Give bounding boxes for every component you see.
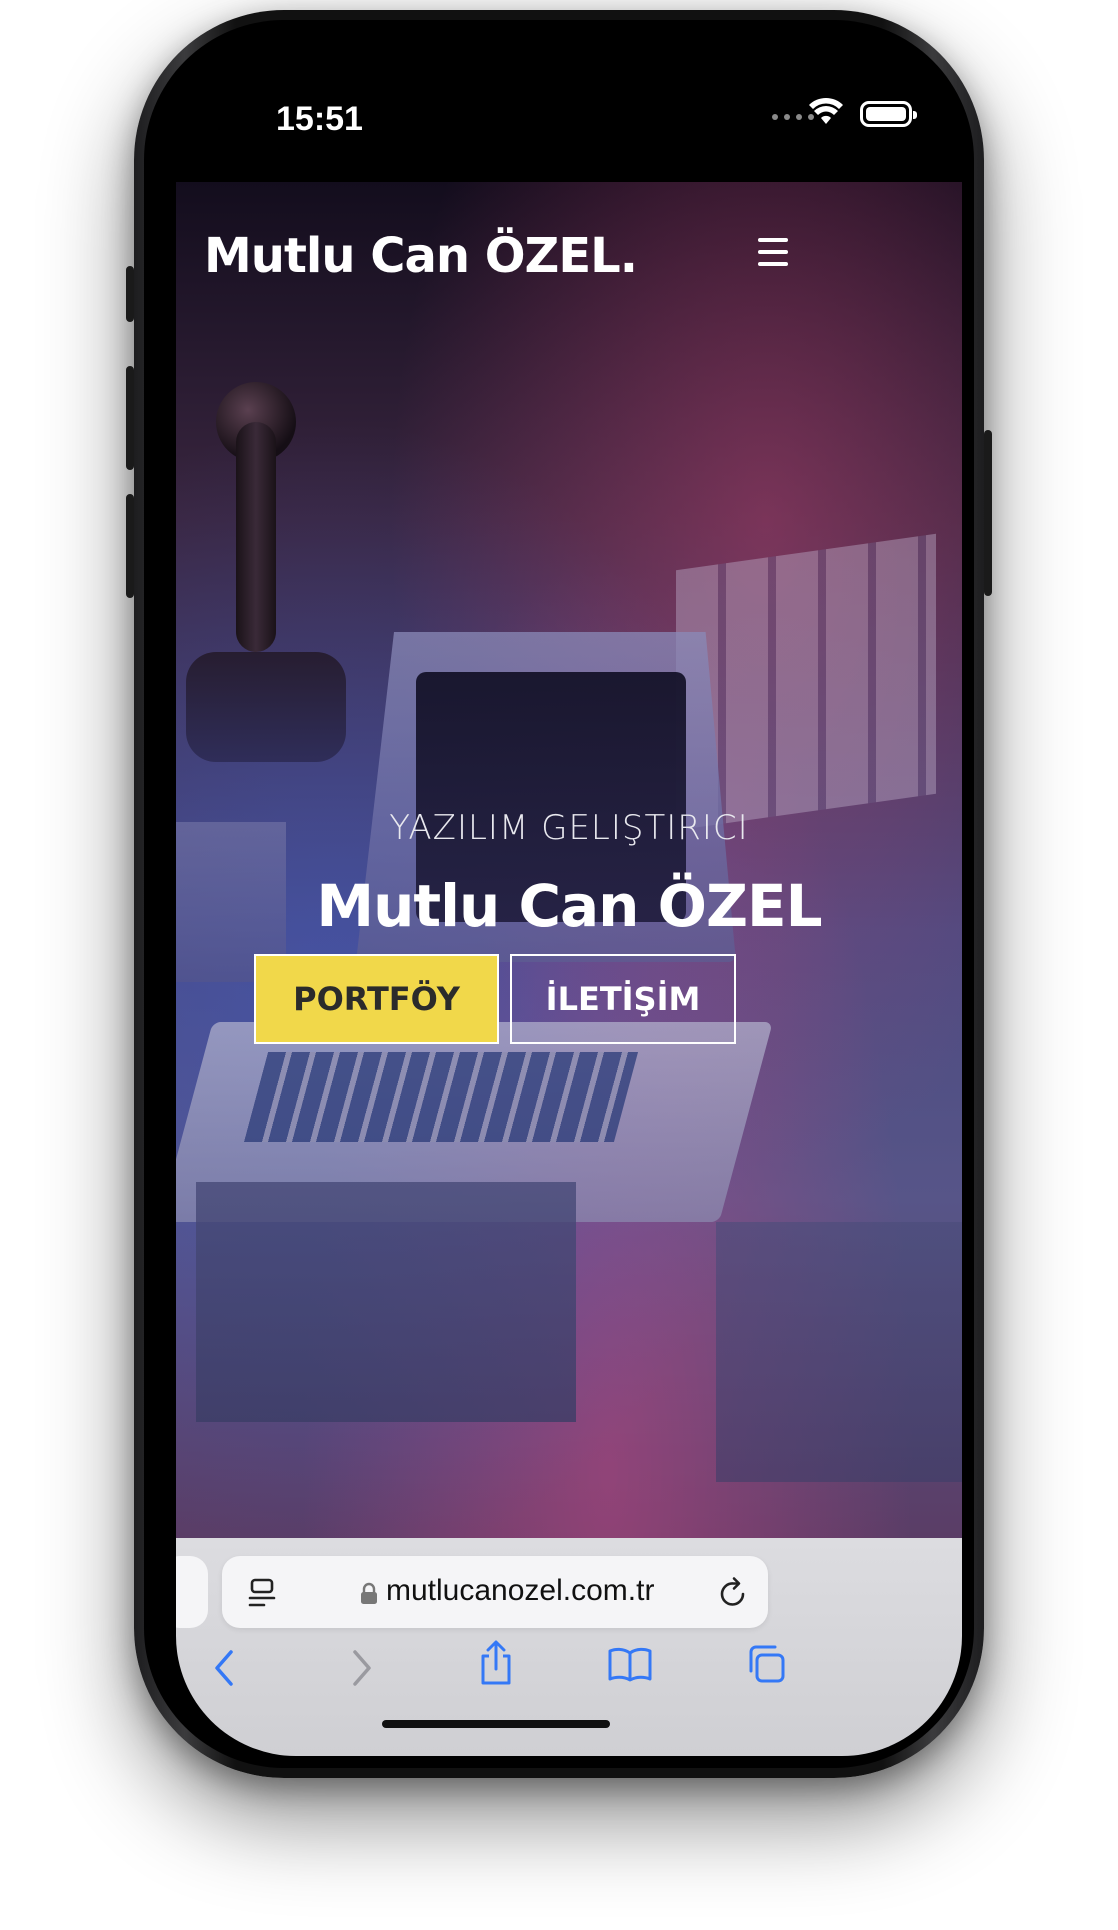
background-cassette-device [196, 1182, 576, 1422]
tabs-icon[interactable] [746, 1644, 786, 1684]
page-menu-icon[interactable] [248, 1578, 276, 1608]
volume-down-button [126, 494, 134, 598]
volume-up-button [126, 366, 134, 470]
hero-title: Mutlu Can ÖZEL [316, 872, 822, 940]
background-joystick-base [186, 652, 346, 762]
share-icon[interactable] [478, 1640, 514, 1686]
status-time: 15:51 [276, 100, 363, 138]
wifi-icon [809, 97, 843, 124]
forward-icon[interactable] [350, 1648, 374, 1688]
power-button [984, 430, 992, 596]
bezel: 15:51 Mutlu Can ÖZEL. YAZILIM GELIŞTIRIC… [144, 20, 974, 1768]
phone-frame: 15:51 Mutlu Can ÖZEL. YAZILIM GELIŞTIRIC… [126, 10, 992, 1778]
battery-icon [860, 101, 917, 127]
bookmarks-icon[interactable] [608, 1646, 652, 1682]
site-logo[interactable]: Mutlu Can ÖZEL. [204, 228, 638, 284]
hero-subtitle: YAZILIM GELIŞTIRICI [389, 808, 749, 848]
contact-button[interactable]: İLETİŞİM [510, 954, 736, 1044]
website-hero: Mutlu Can ÖZEL. YAZILIM GELIŞTIRICI Mutl… [176, 182, 962, 1538]
reload-icon[interactable] [718, 1576, 748, 1608]
screen: 15:51 Mutlu Can ÖZEL. YAZILIM GELIŞTIRIC… [176, 52, 962, 1756]
background-keys [243, 1052, 639, 1142]
lock-icon [361, 1582, 377, 1604]
url-text[interactable]: mutlucanozel.com.tr [386, 1574, 654, 1608]
home-indicator[interactable] [382, 1720, 610, 1728]
back-icon[interactable] [212, 1648, 236, 1688]
mute-switch [126, 266, 134, 322]
address-bar[interactable]: mutlucanozel.com.tr [222, 1556, 768, 1628]
background-joystick [236, 422, 276, 652]
browser-nav-row [176, 1640, 962, 1710]
hamburger-menu-icon[interactable] [758, 238, 788, 266]
portfolio-button[interactable]: PORTFÖY [254, 954, 499, 1044]
status-bar: 15:51 [176, 52, 962, 182]
previous-tab-peek[interactable] [176, 1556, 208, 1628]
background-device-right [716, 1222, 962, 1482]
